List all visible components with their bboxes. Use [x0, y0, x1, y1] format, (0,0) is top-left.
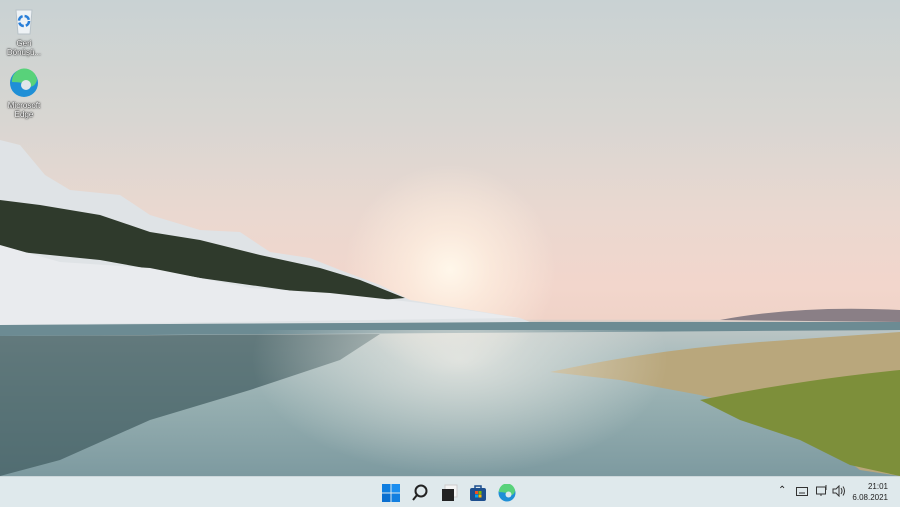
- desktop-wallpaper: Geri Dönüşü... Microsoft Edge: [0, 0, 900, 476]
- task-view-button[interactable]: [438, 482, 460, 504]
- show-hidden-icons-chevron-icon[interactable]: ⌃: [778, 485, 786, 496]
- taskbar: ⌃ 21:01 6.08.2021: [0, 476, 900, 507]
- volume-icon[interactable]: [832, 485, 846, 497]
- keyboard-icon[interactable]: [796, 487, 808, 496]
- clock-time: 21:01: [867, 482, 888, 491]
- recycle-bin-icon: [9, 6, 39, 36]
- windows-start-icon: [382, 484, 400, 502]
- edge-icon: [498, 484, 516, 502]
- desktop-icon-label: Microsoft Edge: [7, 101, 41, 119]
- desktop-icon-label: Geri Dönüşü...: [6, 39, 42, 57]
- store-icon: [470, 485, 486, 501]
- edge-taskbar-button[interactable]: [496, 482, 518, 504]
- desktop-icon-recycle-bin[interactable]: Geri Dönüşü...: [0, 6, 48, 57]
- store-button[interactable]: [467, 482, 489, 504]
- start-button[interactable]: [380, 482, 402, 504]
- clock-date: 6.08.2021: [852, 493, 888, 502]
- network-icon[interactable]: [816, 485, 828, 497]
- wallpaper-lake: [250, 330, 670, 476]
- task-view-icon: [442, 484, 458, 501]
- desktop-icon-edge[interactable]: Microsoft Edge: [0, 68, 48, 119]
- clock[interactable]: 21:01 6.08.2021: [852, 481, 888, 503]
- edge-icon: [9, 68, 39, 98]
- search-icon: [412, 484, 428, 501]
- search-button[interactable]: [409, 482, 431, 504]
